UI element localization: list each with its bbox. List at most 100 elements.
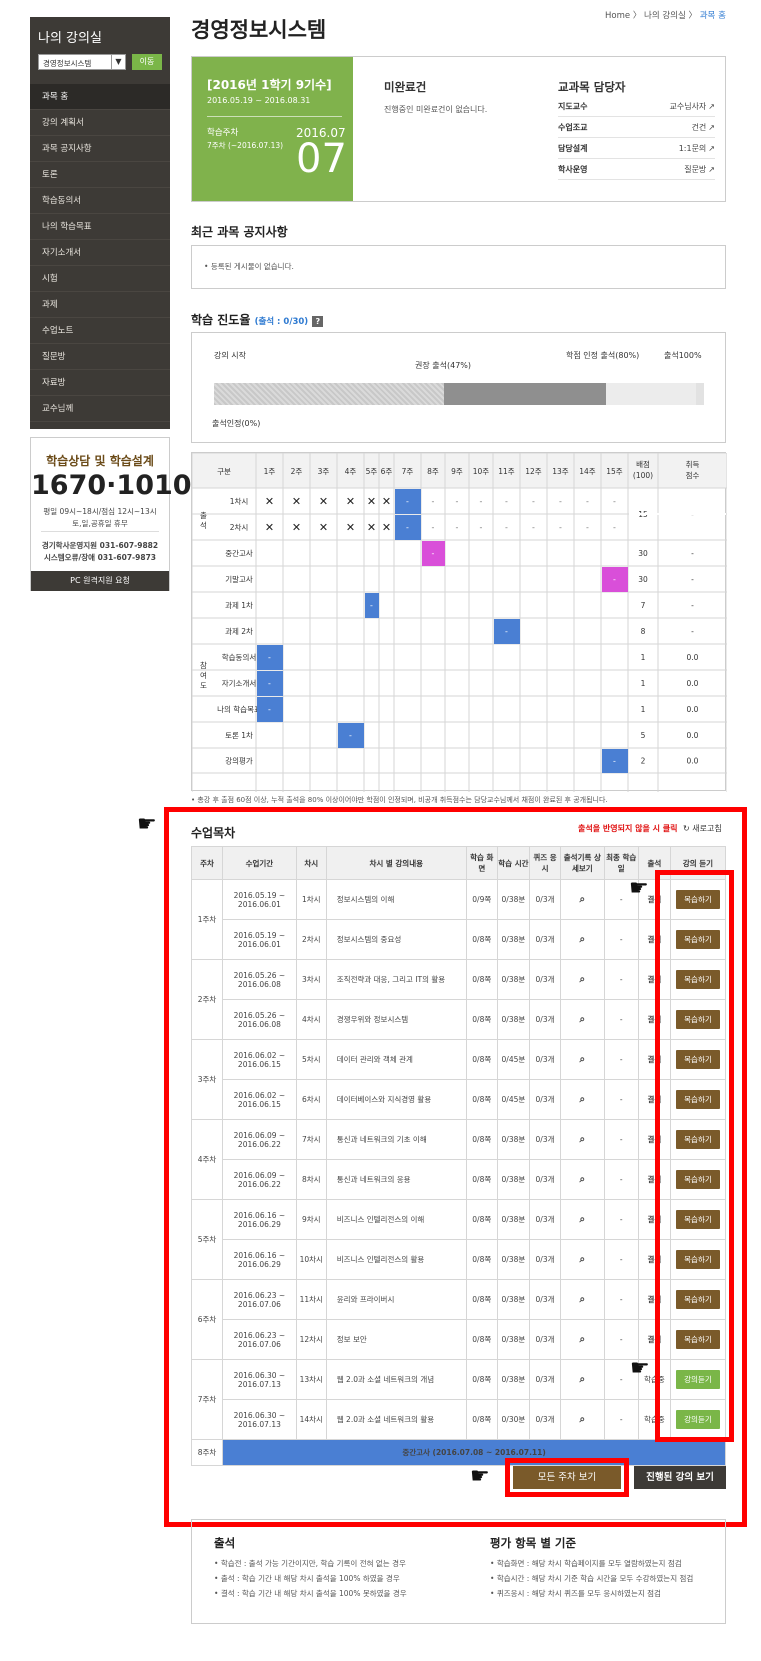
attendance-score: 1 <box>641 679 646 688</box>
schedule-header: 차시 별 강의내용 <box>325 846 467 880</box>
last-study-cell: - <box>603 959 639 1000</box>
detail-cell: ⌕ <box>560 1199 605 1240</box>
no-data-mark: - <box>456 523 459 532</box>
help-icon[interactable]: ? <box>312 316 324 327</box>
sidebar-item[interactable]: 과제 <box>30 292 170 318</box>
midterm-banner: 중간고사 (2016.07.08 ~ 2016.07.11) <box>222 1439 726 1466</box>
attendance-header: 3주 <box>318 467 330 476</box>
view-all-weeks-button[interactable]: 모든 주차 보기 <box>513 1466 621 1489</box>
quiz-cell: 0/3개 <box>528 1199 562 1240</box>
progress-title: 학습 진도율 (출석 : 0/30) ? <box>191 311 324 328</box>
last-study-cell: - <box>603 1399 639 1440</box>
staff-link[interactable]: 1:1문의 ↗ <box>679 139 715 159</box>
quiz-cell: 0/3개 <box>528 1239 562 1280</box>
quiz-cell: 0/3개 <box>528 1079 562 1120</box>
attendance-score: 1 <box>641 705 646 714</box>
go-button[interactable]: 이동 <box>132 54 162 70</box>
evaluation-criteria-text: 퀴즈응시 : 해당 차시 퀴즈를 모두 응시하였는지 점검 <box>496 1589 661 1598</box>
sidebar-item[interactable]: 학습동의서 <box>30 188 170 214</box>
search-icon[interactable]: ⌕ <box>580 1294 586 1305</box>
screen-cell: 0/8쪽 <box>465 1399 498 1440</box>
search-icon[interactable]: ⌕ <box>580 1334 586 1345</box>
view-progressed-lectures-button[interactable]: 진행된 강의 보기 <box>634 1466 726 1489</box>
attendance-header: 12주 <box>525 467 542 476</box>
breadcrumb-home[interactable]: Home <box>605 11 630 21</box>
sidebar-item[interactable]: 수업노트 <box>30 318 170 344</box>
attendance-header: 15주 <box>606 467 623 476</box>
schedule-row: 3주차 2016.06.02 ~ 2016.06.15 5차시 데이터 관리와 객체 … <box>190 1039 727 1120</box>
course-select[interactable]: 경영정보시스템 ▼ <box>38 54 126 70</box>
search-icon[interactable]: ⌕ <box>580 1094 586 1105</box>
schedule-row: 2016.06.02 ~ 2016.06.15 6차시 데이터베이스와 지식경영 활… <box>192 1079 727 1120</box>
search-icon[interactable]: ⌕ <box>580 934 586 945</box>
schedule-header: 학습 시간 <box>496 846 530 880</box>
staff-link[interactable]: 건건 ↗ <box>692 118 715 138</box>
sidebar-item[interactable]: 과목 공지사항 <box>30 136 170 162</box>
evaluation-criteria-item: • 학습화면 : 해당 차시 학습페이지를 모두 열람하였는지 점검 <box>490 1559 682 1568</box>
attendance-header: 8주 <box>427 467 439 476</box>
cell-dash: - <box>268 679 271 688</box>
sidebar-item[interactable]: 질문방 <box>30 344 170 370</box>
search-icon[interactable]: ⌕ <box>580 1254 586 1265</box>
attendance-grid: 구분 1주 2주 3주 4주 5주 6주 7주 8주 9주 10주 11주 12주 13주 14주 15주 배점… <box>191 452 727 792</box>
attendance-criteria-text: 결석 : 학습 기간 내 해당 차시 출석을 100% 못하였을 경우 <box>220 1589 407 1598</box>
staff-link[interactable]: 교수님사자 ↗ <box>669 97 715 117</box>
attendance-row-label: 과제 2차 <box>225 627 253 636</box>
search-icon[interactable]: ⌕ <box>580 1214 586 1225</box>
week-cell: 1주차 <box>190 879 224 960</box>
week-sub: 7주차 (~2016.07.13) <box>207 141 284 150</box>
progress-start-label: 강의 시작 <box>214 351 246 360</box>
search-icon[interactable]: ⌕ <box>580 1174 586 1185</box>
staff-value: 질문방 <box>684 165 707 174</box>
no-data-mark: - <box>456 497 459 506</box>
cell-dash: - <box>613 757 616 766</box>
cell-dash: - <box>406 523 409 532</box>
sidebar-item[interactable]: 교수님께 <box>30 396 170 422</box>
search-icon[interactable]: ⌕ <box>580 1014 586 1025</box>
staff-link[interactable]: 질문방 ↗ <box>684 160 715 180</box>
search-icon[interactable]: ⌕ <box>580 1414 586 1425</box>
refresh-button[interactable]: ↻ 새로고침 <box>683 823 722 834</box>
external-link-icon: ↗ <box>708 144 715 153</box>
last-study-cell: - <box>603 1119 639 1160</box>
sidebar-item[interactable]: 강의 계획서 <box>30 110 170 136</box>
attendance-note: • 총강 후 출점 60점 이상, 누적 출석을 80% 이상이어야만 학점이 … <box>191 796 608 804</box>
cell-dash: - <box>268 653 271 662</box>
sidebar-item[interactable]: 과목 홈 <box>30 84 170 110</box>
time-cell: 0/45분 <box>496 1079 530 1120</box>
progress-bar-segment-credit <box>444 383 606 405</box>
sidebar-item[interactable]: 시험 <box>30 266 170 292</box>
session-cell: 14차시 <box>295 1399 327 1440</box>
breadcrumb-classroom[interactable]: 나의 강의실 <box>644 11 686 21</box>
progress-credit-label: 학점 인정 출석(80%) <box>566 351 640 360</box>
sidebar-item[interactable]: 나의 학습목표 <box>30 214 170 240</box>
period-cell: 2016.06.16 ~ 2016.06.29 <box>222 1199 297 1240</box>
remote-support-button[interactable]: PC 원격지원 요청 <box>31 571 169 591</box>
search-icon[interactable]: ⌕ <box>580 1054 586 1065</box>
sidebar-item[interactable]: 자기소개서 <box>30 240 170 266</box>
attendance-header: 배점 <box>636 459 650 469</box>
progress-box: 강의 시작 권장 출석(47%) 학점 인정 출석(80%) 출석100% 출석… <box>191 332 726 443</box>
staff-role: 담당설계 <box>558 144 588 153</box>
attendance-header: 1주 <box>264 467 276 476</box>
no-data-mark: - <box>432 497 435 506</box>
search-icon[interactable]: ⌕ <box>580 1134 586 1145</box>
detail-cell: ⌕ <box>560 1159 605 1200</box>
search-icon[interactable]: ⌕ <box>580 1374 586 1385</box>
last-study-cell: - <box>603 1079 639 1120</box>
absent-mark-icon: ✕ <box>292 495 301 508</box>
schedule-header: 퀴즈 응시 <box>528 846 562 880</box>
merge-cover <box>629 513 726 515</box>
schedule-row: 2016.06.16 ~ 2016.06.29 10차시 비즈니스 인텔리전스의 활… <box>192 1239 727 1280</box>
search-icon[interactable]: ⌕ <box>580 894 586 905</box>
attendance-header: 5주 <box>366 467 378 476</box>
chevron-right-icon: 〉 <box>688 11 700 21</box>
sidebar-item[interactable]: 자료방 <box>30 370 170 396</box>
no-data-mark: - <box>432 523 435 532</box>
sidebar-item[interactable]: 토론 <box>30 162 170 188</box>
search-icon[interactable]: ⌕ <box>580 974 586 985</box>
unfinished-text: 진행중인 미완료건이 없습니다. <box>384 105 488 114</box>
content-cell: 통신과 네트워크의 응용 <box>325 1159 467 1200</box>
detail-cell: ⌕ <box>560 999 605 1040</box>
external-link-icon: ↗ <box>708 123 715 132</box>
